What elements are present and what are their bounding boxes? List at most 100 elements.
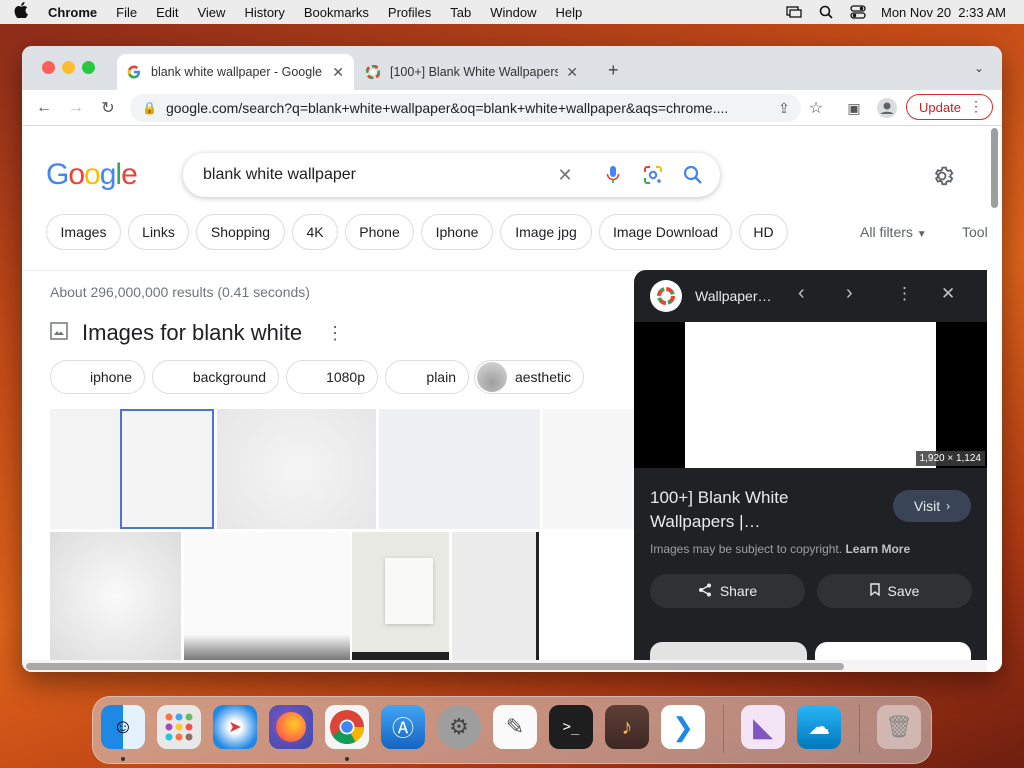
filter-chip-phone[interactable]: Phone [345,214,414,250]
tools-button[interactable]: Tool [962,224,988,240]
garageband-icon[interactable]: ♪ [605,705,649,749]
tab-google-search[interactable]: blank white wallpaper - Google Search ✕ [117,54,354,90]
visual-studio-icon[interactable]: ◣ [741,705,785,749]
images-heading[interactable]: Images for blank white [82,320,302,346]
search-input[interactable]: blank white wallpaper ✕ [183,153,720,197]
filter-chip-image-download[interactable]: Image Download [599,214,732,250]
filter-chip-image-jpg[interactable]: Image jpg [500,214,592,250]
lock-icon[interactable]: 🔒 [142,101,157,115]
close-tab-icon[interactable]: ✕ [566,64,578,81]
image-result[interactable] [543,409,634,529]
vscode-icon[interactable]: ❯ [661,705,705,749]
menu-clock[interactable]: Mon Nov 20 2:33 AM [881,5,1006,20]
more-options-icon[interactable]: ⋮ [326,323,344,344]
clear-icon[interactable]: ✕ [553,163,577,187]
menu-app-name[interactable]: Chrome [48,5,97,20]
spotlight-search-icon[interactable] [817,5,835,19]
image-result[interactable] [50,532,181,660]
scrollbar-thumb[interactable] [991,128,998,208]
image-result[interactable] [352,532,449,660]
image-result[interactable] [536,532,634,660]
image-result[interactable] [379,409,540,529]
close-tab-icon[interactable]: ✕ [332,64,344,81]
url-text[interactable]: google.com/search?q=blank+white+wallpape… [166,100,776,116]
image-result[interactable] [184,532,350,660]
menu-profiles[interactable]: Profiles [388,5,431,20]
zoom-window-button[interactable] [82,61,95,74]
related-chip-iphone[interactable]: iphone [50,360,145,394]
scrollbar-thumb[interactable] [26,663,844,670]
filter-chip-shopping[interactable]: Shopping [196,214,285,250]
profile-avatar-icon[interactable] [875,96,899,120]
image-result[interactable] [452,532,537,660]
chrome-icon[interactable] [325,705,369,749]
visit-button[interactable]: Visit › [893,490,971,522]
save-button[interactable]: Save [817,574,972,608]
filter-chip-4k[interactable]: 4K [292,214,338,250]
terminal-icon[interactable]: >_ [549,705,593,749]
previous-chevron-icon[interactable]: ‹ [798,282,805,305]
weather-icon[interactable]: ☁ [797,705,841,749]
search-query[interactable]: blank white wallpaper [203,166,356,184]
screen-mirroring-icon[interactable] [785,5,803,19]
menu-window[interactable]: Window [490,5,536,20]
system-preferences-icon[interactable]: ⚙ [437,705,481,749]
tab-wallpapers[interactable]: [100+] Blank White Wallpapers ✕ [356,54,588,90]
vertical-scrollbar[interactable] [987,126,1002,672]
voice-search-icon[interactable] [601,163,625,187]
update-button[interactable]: Update ⋮ [906,94,993,120]
menu-help[interactable]: Help [556,5,583,20]
menu-file[interactable]: File [116,5,137,20]
control-center-icon[interactable] [849,5,867,19]
all-filters-button[interactable]: All filters ▼ [860,224,927,240]
settings-gear-icon[interactable] [930,164,954,193]
menu-edit[interactable]: Edit [156,5,178,20]
filter-chip-images[interactable]: Images [46,214,121,250]
address-bar[interactable]: 🔒 google.com/search?q=blank+white+wallpa… [130,94,801,122]
preview-image[interactable]: 1,920 × 1,124 [634,322,987,468]
more-vert-icon[interactable]: ⋮ [896,284,913,304]
close-window-button[interactable] [42,61,55,74]
search-icon[interactable] [681,163,705,187]
textedit-icon[interactable]: ✎ [493,705,537,749]
preview-title[interactable]: 100+] Blank White Wallpapers |… [650,486,870,534]
filter-chip-links[interactable]: Links [128,214,189,250]
minimize-window-button[interactable] [62,61,75,74]
close-panel-icon[interactable]: ✕ [941,284,955,304]
site-favicon[interactable] [650,280,682,312]
site-name[interactable]: Wallpaper… [695,288,772,304]
image-result[interactable] [217,409,376,529]
next-chevron-icon[interactable]: › [846,282,853,305]
filter-chip-hd[interactable]: HD [739,214,788,250]
launchpad-icon[interactable] [157,705,201,749]
related-chip-background[interactable]: background [152,360,279,394]
horizontal-scrollbar[interactable] [22,660,987,672]
side-panel-icon[interactable]: ▣ [842,96,866,120]
filter-chip-iphone[interactable]: Iphone [421,214,493,250]
google-logo[interactable]: Google [46,158,138,192]
safari-icon[interactable]: ➤ [213,705,257,749]
related-chip-1080p[interactable]: 1080p [286,360,378,394]
tab-search-chevron-icon[interactable]: ⌄ [974,61,984,75]
image-result[interactable] [50,409,214,529]
forward-arrow-icon[interactable]: → [64,96,88,120]
finder-icon[interactable]: ☺ [101,705,145,749]
related-chip-plain[interactable]: plain [385,360,469,394]
menu-tab[interactable]: Tab [450,5,471,20]
share-button[interactable]: Share [650,574,805,608]
apple-menu-icon[interactable] [14,2,34,22]
related-chip-aesthetic[interactable]: aesthetic [474,360,584,394]
new-tab-plus-icon[interactable]: + [608,60,619,81]
trash-icon[interactable]: 🗑 [877,705,921,749]
app-store-icon[interactable]: Ⓐ [381,705,425,749]
menu-history[interactable]: History [244,5,284,20]
firefox-icon[interactable] [269,705,313,749]
learn-more-link[interactable]: Learn More [845,542,910,556]
menu-view[interactable]: View [197,5,225,20]
lens-camera-icon[interactable] [641,163,665,187]
bookmark-star-icon[interactable]: ☆ [804,96,828,120]
back-arrow-icon[interactable]: ← [32,96,56,120]
reload-icon[interactable]: ↻ [96,96,120,120]
share-page-icon[interactable]: ⇪ [772,96,796,120]
menu-bookmarks[interactable]: Bookmarks [304,5,369,20]
